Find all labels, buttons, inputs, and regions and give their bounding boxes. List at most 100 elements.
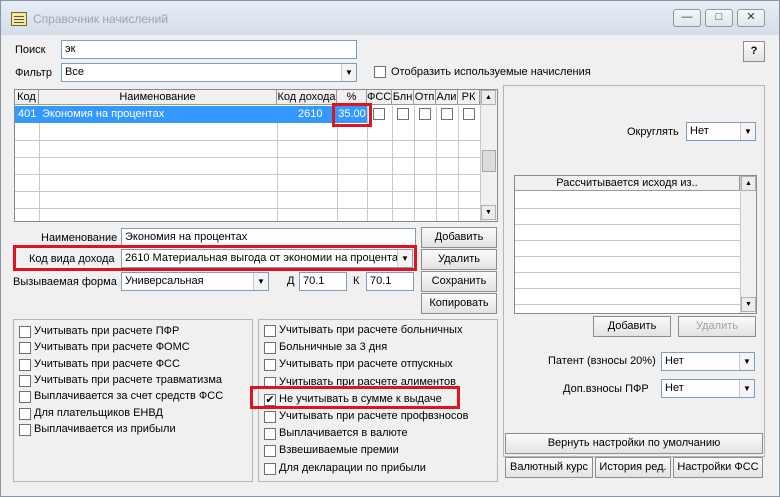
currency-rate-button[interactable]: Валютный курс	[505, 457, 593, 478]
row-fss-checkbox[interactable]	[373, 108, 385, 120]
scroll-up-icon[interactable]: ▲	[741, 176, 756, 191]
col-header-code[interactable]: Код	[15, 90, 39, 105]
form-type-select[interactable]: Универсальная ▼	[121, 272, 269, 291]
row-otp-checkbox[interactable]	[419, 108, 431, 120]
row-name: Экономия на процентах	[42, 108, 165, 120]
edit-history-button[interactable]: История ред.	[595, 457, 671, 478]
add-button[interactable]: Добавить	[421, 227, 497, 248]
chevron-down-icon: ▼	[739, 380, 754, 397]
reset-defaults-button[interactable]: Вернуть настройки по умолчанию	[505, 433, 763, 454]
calc-base-header: Рассчитывается исходя из..	[515, 176, 740, 191]
grid-line	[515, 224, 740, 225]
option-checkbox[interactable]	[264, 411, 276, 423]
app-icon	[11, 12, 27, 26]
option-checkbox[interactable]	[19, 358, 31, 371]
option-checkbox[interactable]	[19, 391, 31, 404]
patent-select[interactable]: Нет ▼	[661, 352, 755, 371]
k-account-input[interactable]: 70.1	[366, 272, 414, 291]
option-checkbox[interactable]	[19, 326, 31, 338]
pfr-label: Доп.взносы ПФР	[563, 383, 649, 395]
scroll-up-icon[interactable]: ▲	[481, 90, 496, 105]
option-label: Учитывать при расчете больничных	[279, 324, 463, 336]
calc-add-button[interactable]: Добавить	[593, 316, 671, 337]
grid-line	[15, 140, 480, 141]
option-checkbox[interactable]	[19, 407, 31, 420]
row-ali-checkbox[interactable]	[441, 108, 453, 120]
option-label: Учитывать при расчете профвзносов	[279, 410, 469, 422]
scroll-down-icon[interactable]: ▼	[481, 205, 496, 220]
patent-label: Патент (взносы 20%)	[548, 355, 656, 367]
option-label: Учитывать при расчете ПФР	[34, 325, 180, 337]
col-header-rk[interactable]: РК	[458, 90, 480, 105]
search-input[interactable]: эк	[61, 40, 357, 59]
calc-scrollbar[interactable]: ▲ ▼	[740, 176, 756, 313]
title-bar: Справочник начислений — □ ✕	[1, 1, 779, 35]
row-rk-checkbox[interactable]	[463, 108, 475, 120]
minimize-button[interactable]: —	[673, 9, 701, 27]
calc-base-table[interactable]: Рассчитывается исходя из.. ▲ ▼	[514, 175, 757, 314]
col-header-name[interactable]: Наименование	[39, 90, 277, 105]
k-label: К	[353, 275, 360, 287]
row-income-code: 2610	[298, 108, 323, 120]
option-label: Взвешиваемые премии	[279, 444, 399, 457]
grid-line	[337, 123, 338, 221]
maximize-button[interactable]: □	[705, 9, 733, 27]
show-used-label: Отобразить используемые начисления	[391, 66, 591, 78]
option-checkbox[interactable]	[264, 428, 276, 441]
save-button[interactable]: Сохранить	[421, 271, 497, 292]
pfr-select[interactable]: Нет ▼	[661, 379, 755, 398]
col-header-ali[interactable]: Али	[436, 90, 458, 105]
option-label: Для плательщиков ЕНВД	[34, 406, 163, 419]
calc-delete-button[interactable]: Удалить	[678, 316, 756, 337]
grid-line	[392, 106, 393, 221]
round-select[interactable]: Нет ▼	[686, 122, 756, 141]
main-window: Справочник начислений — □ ✕ Поиск эк ? Ф…	[0, 0, 780, 497]
scroll-down-icon[interactable]: ▼	[741, 297, 756, 312]
filter-value: Все	[65, 66, 84, 78]
patent-value: Нет	[665, 355, 684, 367]
grid-line	[515, 288, 740, 289]
grid-line	[15, 174, 480, 175]
option-checkbox[interactable]	[19, 423, 31, 436]
chevron-down-icon: ▼	[341, 64, 356, 81]
scroll-thumb[interactable]	[482, 150, 496, 172]
option-label: Для декларации по прибыли	[279, 461, 426, 474]
close-button[interactable]: ✕	[737, 9, 765, 27]
delete-button[interactable]: Удалить	[421, 249, 497, 270]
grid-line	[515, 256, 740, 257]
option-label: Выплачивается из прибыли	[34, 422, 176, 435]
help-button[interactable]: ?	[743, 41, 765, 62]
chevron-down-icon: ▼	[739, 353, 754, 370]
highlight-percent	[332, 103, 372, 127]
filter-select[interactable]: Все ▼	[61, 63, 357, 82]
grid-line	[515, 304, 740, 305]
option-checkbox[interactable]	[264, 462, 276, 475]
col-header-bln[interactable]: Блн	[392, 90, 414, 105]
option-checkbox[interactable]	[264, 445, 276, 458]
option-checkbox[interactable]	[19, 342, 31, 355]
grid-line	[436, 106, 437, 221]
grid-line	[39, 123, 40, 221]
fss-settings-button[interactable]: Настройки ФСС	[673, 457, 763, 478]
accruals-table[interactable]: Код Наименование Код дохода % ФСС Блн От…	[14, 89, 498, 222]
option-checkbox[interactable]	[264, 359, 276, 372]
col-header-otp[interactable]: Отп	[414, 90, 436, 105]
grid-line	[515, 208, 740, 209]
form-type-label: Вызываемая форма	[13, 276, 117, 288]
show-used-checkbox[interactable]	[374, 66, 386, 78]
d-account-input[interactable]: 70.1	[299, 272, 347, 291]
table-row[interactable]: 401 Экономия на процентах 2610	[15, 106, 337, 123]
row-bln-checkbox[interactable]	[397, 108, 409, 120]
grid-line	[414, 106, 415, 221]
option-label: Учитывать при расчете отпускных	[279, 358, 453, 371]
option-label: Выплачивается в валюте	[279, 427, 408, 440]
table-scrollbar[interactable]: ▲ ▼	[480, 90, 497, 221]
option-checkbox[interactable]	[264, 342, 276, 355]
option-checkbox[interactable]	[19, 374, 31, 387]
col-header-income[interactable]: Код дохода	[277, 90, 337, 105]
grid-line	[277, 123, 278, 221]
option-checkbox[interactable]	[264, 325, 276, 337]
option-label: Выплачивается за счет средств ФСС	[34, 390, 224, 403]
copy-button[interactable]: Копировать	[421, 293, 497, 314]
search-label: Поиск	[15, 44, 46, 56]
